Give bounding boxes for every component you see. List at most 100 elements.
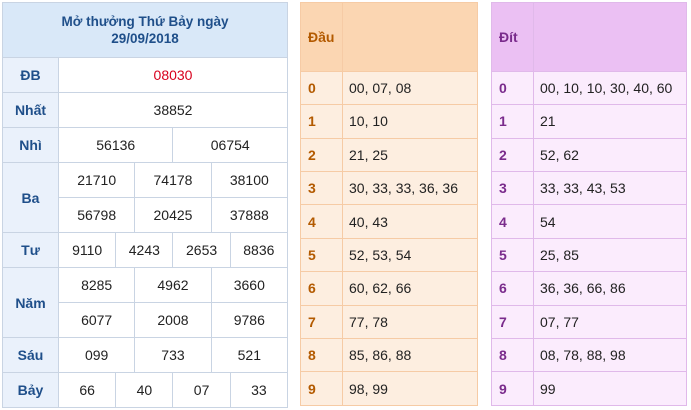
- prize-value: 8285: [57, 267, 136, 303]
- loto-tail-header: Đít: [491, 2, 534, 72]
- prize-label-nam: Năm: [2, 267, 59, 338]
- prize-value: 40: [115, 372, 174, 408]
- loto-tail-digit: 3: [491, 171, 534, 206]
- loto-head-digit: 3: [300, 171, 343, 206]
- loto-tail-row: 1 21: [491, 104, 687, 139]
- prize-value: 8836: [229, 232, 289, 268]
- prize-row-db: ĐB 08030: [2, 57, 288, 93]
- prize-row-ba-1: Ba 21710 74178 38100: [2, 162, 289, 233]
- loto-head-header-blank: [342, 2, 478, 72]
- loto-tail-numbers: 25, 85: [533, 237, 687, 273]
- loto-tail-header-blank: [533, 2, 687, 72]
- loto-tail-digit: 4: [491, 204, 534, 239]
- prize-value: 6077: [57, 302, 136, 338]
- loto-head-table: Đầu 0 00, 07, 08 1 10, 10 2 21, 25 3 30, 33, 33…: [300, 2, 478, 406]
- loto-tail-digit: 1: [491, 104, 534, 139]
- loto-head-header: Đầu: [300, 2, 343, 72]
- loto-tail-row: 0 00, 10, 10, 30, 40, 60: [491, 70, 687, 106]
- prize-value: 33: [229, 372, 289, 408]
- loto-tail-table: Đít 0 00, 10, 10, 30, 40, 60 1 21 2 52, 62 3 33…: [491, 2, 687, 406]
- prize-value: 06754: [172, 127, 288, 163]
- prize-value: 9786: [210, 302, 289, 338]
- loto-tail-numbers: 07, 77: [533, 304, 687, 340]
- prize-row-nhat: Nhất 38852: [2, 92, 288, 128]
- prize-value: 4962: [134, 267, 212, 303]
- loto-head-row: 3 30, 33, 33, 36, 36: [300, 171, 478, 206]
- prize-row-nhi: Nhì 56136 06754: [2, 127, 288, 163]
- prize-value: 2008: [134, 302, 212, 338]
- loto-tail-digit: 2: [491, 137, 534, 173]
- prize-label-nhat: Nhất: [2, 92, 59, 128]
- results-title-line1: Mở thưởng Thứ Bảy ngày: [61, 14, 229, 29]
- prize-value: 099: [57, 337, 136, 373]
- prize-value: 56798: [57, 197, 136, 233]
- loto-head-row: 6 60, 62, 66: [300, 271, 478, 306]
- loto-tail-row: 7 07, 77: [491, 304, 687, 340]
- prize-value: 66: [57, 372, 117, 408]
- loto-head-rows: 0 00, 07, 08 1 10, 10 2 21, 25 3 30, 33, 33, 36…: [300, 70, 478, 406]
- prize-value: 08030: [58, 57, 288, 93]
- loto-head-row: 0 00, 07, 08: [300, 70, 478, 106]
- loto-tail-digit: 5: [491, 237, 534, 273]
- loto-head-digit: 8: [300, 338, 343, 373]
- loto-tail-row: 6 36, 36, 66, 86: [491, 271, 687, 306]
- prize-value: 4243: [115, 232, 174, 268]
- loto-head-digit: 9: [300, 371, 343, 406]
- prize-value: 2653: [172, 232, 231, 268]
- loto-tail-row: 4 54: [491, 204, 687, 239]
- prize-row-bay: Bảy 66 40 07 33: [2, 372, 289, 408]
- lottery-results-table: Mở thưởng Thứ Bảy ngày 29/09/2018 ĐB 080…: [2, 2, 289, 408]
- loto-tail-digit: 9: [491, 371, 534, 406]
- loto-tail-row: 9 99: [491, 371, 687, 406]
- prize-label-sau: Sáu: [2, 337, 59, 373]
- prize-value: 20425: [134, 197, 212, 233]
- loto-head-numbers: 40, 43: [342, 204, 478, 239]
- loto-tail-numbers: 99: [533, 371, 687, 406]
- prize-value: 74178: [134, 162, 212, 198]
- results-date: 29/09/2018: [111, 31, 179, 46]
- prize-value: 38100: [210, 162, 289, 198]
- loto-tail-row: 8 08, 78, 88, 98: [491, 338, 687, 373]
- loto-head-row: 7 77, 78: [300, 304, 478, 340]
- loto-tail-numbers: 33, 33, 43, 53: [533, 171, 687, 206]
- loto-head-row: 4 40, 43: [300, 204, 478, 239]
- prize-label-ba: Ba: [2, 162, 59, 233]
- loto-tail-digit: 7: [491, 304, 534, 340]
- prize-value: 56136: [57, 127, 174, 163]
- prize-label-nhi: Nhì: [2, 127, 59, 163]
- loto-head-numbers: 10, 10: [342, 104, 478, 139]
- loto-head-numbers: 30, 33, 33, 36, 36: [342, 171, 478, 206]
- loto-head-numbers: 21, 25: [342, 137, 478, 173]
- loto-head-numbers: 60, 62, 66: [342, 271, 478, 306]
- prize-value: 37888: [210, 197, 289, 233]
- loto-head-digit: 0: [300, 70, 343, 106]
- loto-head-digit: 2: [300, 137, 343, 173]
- loto-tail-numbers: 54: [533, 204, 687, 239]
- results-title: Mở thưởng Thứ Bảy ngày 29/09/2018: [2, 2, 288, 58]
- loto-tail-numbers: 08, 78, 88, 98: [533, 338, 687, 373]
- prize-label-tu: Tư: [2, 232, 59, 268]
- prize-value: 38852: [58, 92, 288, 128]
- loto-head-digit: 6: [300, 271, 343, 306]
- loto-tail-numbers: 21: [533, 104, 687, 139]
- prize-value: 521: [210, 337, 289, 373]
- loto-head-numbers: 98, 99: [342, 371, 478, 406]
- loto-tail-digit: 6: [491, 271, 534, 306]
- prize-row-sau: Sáu 099 733 521: [2, 337, 289, 373]
- prize-row-nam-1: Năm 8285 4962 3660: [2, 267, 289, 338]
- loto-head-numbers: 52, 53, 54: [342, 237, 478, 273]
- loto-head-numbers: 77, 78: [342, 304, 478, 340]
- loto-head-digit: 4: [300, 204, 343, 239]
- loto-tail-row: 2 52, 62: [491, 137, 687, 173]
- loto-head-digit: 1: [300, 104, 343, 139]
- prize-value: 9110: [57, 232, 117, 268]
- prize-row-tu: Tư 9110 4243 2653 8836: [2, 232, 289, 268]
- loto-tail-row: 5 25, 85: [491, 237, 687, 273]
- loto-head-row: 8 85, 86, 88: [300, 338, 478, 373]
- loto-head-row: 2 21, 25: [300, 137, 478, 173]
- loto-tail-digit: 0: [491, 70, 534, 106]
- loto-tail-numbers: 00, 10, 10, 30, 40, 60: [533, 70, 687, 106]
- loto-tail-numbers: 36, 36, 66, 86: [533, 271, 687, 306]
- loto-head-row: 5 52, 53, 54: [300, 237, 478, 273]
- prize-label-bay: Bảy: [2, 372, 59, 408]
